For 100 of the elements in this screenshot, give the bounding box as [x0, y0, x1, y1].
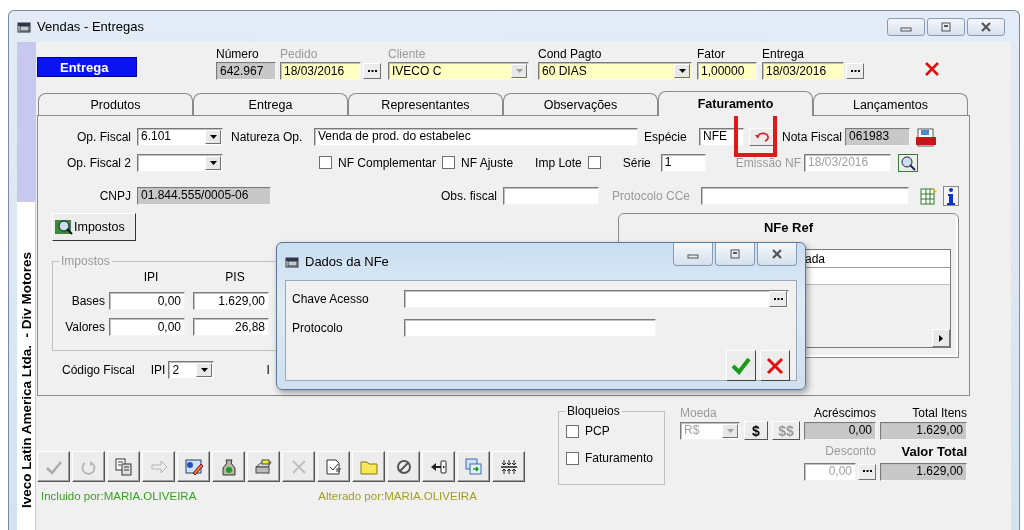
text-field[interactable]: 642.967: [216, 62, 276, 80]
taxes-button[interactable]: Impostos: [52, 213, 136, 241]
field-label: Fator: [697, 47, 726, 62]
banner-text: Iveco Latin America Ltda. - Div Motores: [18, 251, 34, 508]
dialog-title: Dados da NFe: [305, 254, 390, 269]
field-label: Cliente: [388, 47, 427, 62]
toolbar-button[interactable]: [457, 451, 490, 482]
dropdown-field[interactable]: 2: [168, 361, 215, 379]
checkbox[interactable]: [319, 156, 332, 169]
minimize-button[interactable]: [887, 17, 925, 36]
toolbar-button[interactable]: [352, 451, 385, 482]
tab[interactable]: Faturamento: [658, 91, 813, 116]
text-field[interactable]: 01.844.555/0005-06: [137, 186, 271, 205]
text-field[interactable]: 1: [660, 153, 706, 172]
toolbar-button[interactable]: [177, 451, 210, 482]
caret-icon: [515, 69, 523, 73]
field-label: Emissão NF: [735, 155, 802, 170]
toolbar-button[interactable]: [212, 451, 245, 482]
tab[interactable]: Lançamentos: [813, 93, 968, 115]
toolbar-button[interactable]: [492, 451, 525, 482]
magnifier-icon[interactable]: [898, 153, 919, 172]
ellipsis-button[interactable]: [846, 63, 864, 79]
text-field[interactable]: NFE: [699, 127, 744, 146]
dropdown-field[interactable]: 60 DIAS: [538, 62, 692, 80]
field-label: Nota Fiscal: [782, 129, 843, 144]
field-label: Acréscimos: [814, 405, 876, 420]
undo-button[interactable]: [749, 127, 774, 146]
checkbox[interactable]: [587, 156, 601, 169]
column-header: IPI: [142, 270, 160, 284]
text-field[interactable]: Venda de prod. do estabelec: [314, 127, 638, 146]
caret-icon: [200, 368, 208, 372]
toolbar-button[interactable]: [422, 451, 455, 482]
date-field[interactable]: 18/03/2016: [762, 62, 844, 80]
dropdown-field[interactable]: [137, 153, 223, 172]
windows-icon: [463, 456, 484, 477]
number-field[interactable]: 0,00: [804, 421, 876, 440]
currency-button[interactable]: $: [744, 421, 768, 440]
field-label: Imp Lote: [535, 155, 582, 170]
checkbox[interactable]: [566, 451, 579, 465]
mode-badge: Entrega: [37, 57, 137, 77]
caret-icon: [209, 134, 217, 139]
scroll-right-button[interactable]: [932, 329, 950, 347]
field-label: Op. Fiscal 2: [65, 155, 131, 170]
field-label: Moeda: [680, 405, 718, 420]
field-label: Protocolo CCe: [612, 188, 692, 203]
field-label: Obs. fiscal: [440, 188, 497, 203]
text-field[interactable]: [404, 319, 656, 337]
info-icon[interactable]: [943, 185, 959, 206]
maximize-button[interactable]: [715, 243, 755, 266]
number-field[interactable]: 0,00: [109, 292, 185, 310]
checkbox[interactable]: [442, 156, 456, 169]
checkbox-label: PCP: [585, 424, 610, 438]
confirm-button[interactable]: [726, 350, 756, 381]
field-label: Número: [216, 47, 260, 62]
number-field[interactable]: 1.629,00: [880, 462, 967, 481]
close-button[interactable]: [967, 17, 1005, 36]
toolbar-button[interactable]: [387, 451, 420, 482]
magnifier-icon: [55, 219, 73, 235]
maximize-icon: [729, 249, 741, 259]
toolbar-button[interactable]: [247, 451, 280, 482]
toolbar-button[interactable]: [317, 451, 350, 482]
text-field[interactable]: 061983: [845, 127, 911, 146]
field-label: Espécie: [644, 129, 688, 144]
ellipsis-icon: [367, 69, 377, 73]
dropdown-field[interactable]: 6.101: [137, 127, 223, 146]
pdf-icon[interactable]: [915, 126, 938, 147]
text-field[interactable]: [503, 186, 599, 205]
close-button[interactable]: [757, 243, 797, 266]
field-label: Impostos: [59, 254, 112, 268]
close-icon: [980, 21, 992, 32]
checkbox-label: NF Ajuste: [461, 155, 514, 170]
ellipsis-button[interactable]: [363, 63, 381, 79]
minimize-button[interactable]: [673, 243, 713, 266]
close-icon: [771, 249, 783, 259]
tab[interactable]: Produtos: [38, 93, 193, 115]
panel-title: NFe Ref: [762, 218, 815, 237]
text-field[interactable]: [701, 186, 909, 205]
cross-icon[interactable]: [924, 61, 940, 77]
tab[interactable]: Representantes: [348, 93, 503, 115]
row-label: Bases: [70, 294, 106, 308]
number-field[interactable]: 0,00: [109, 318, 185, 336]
tab[interactable]: Entrega: [193, 93, 348, 115]
caret-icon: [726, 428, 734, 433]
cancel-button[interactable]: [760, 350, 790, 381]
text-field[interactable]: 1,00000: [697, 62, 757, 80]
column-header: PIS: [224, 270, 246, 284]
toolbar-button[interactable]: [107, 451, 140, 482]
number-field[interactable]: 1.629,00: [193, 292, 269, 310]
lookup-field[interactable]: [404, 290, 789, 308]
ellipsis-button[interactable]: [769, 291, 787, 307]
column-header: ada: [805, 251, 826, 266]
field-label: Entrega: [762, 47, 806, 62]
checkbox[interactable]: [566, 424, 579, 438]
checkbox-label: Faturamento: [585, 451, 654, 465]
number-field[interactable]: 1.629,00: [880, 421, 967, 440]
tab[interactable]: Observações: [503, 93, 658, 115]
ellipsis-button[interactable]: [858, 463, 876, 480]
field-label: Cond Pagto: [538, 47, 603, 62]
number-field[interactable]: 26,88: [193, 318, 269, 336]
checkbox-label: NF Complementar: [338, 155, 437, 170]
